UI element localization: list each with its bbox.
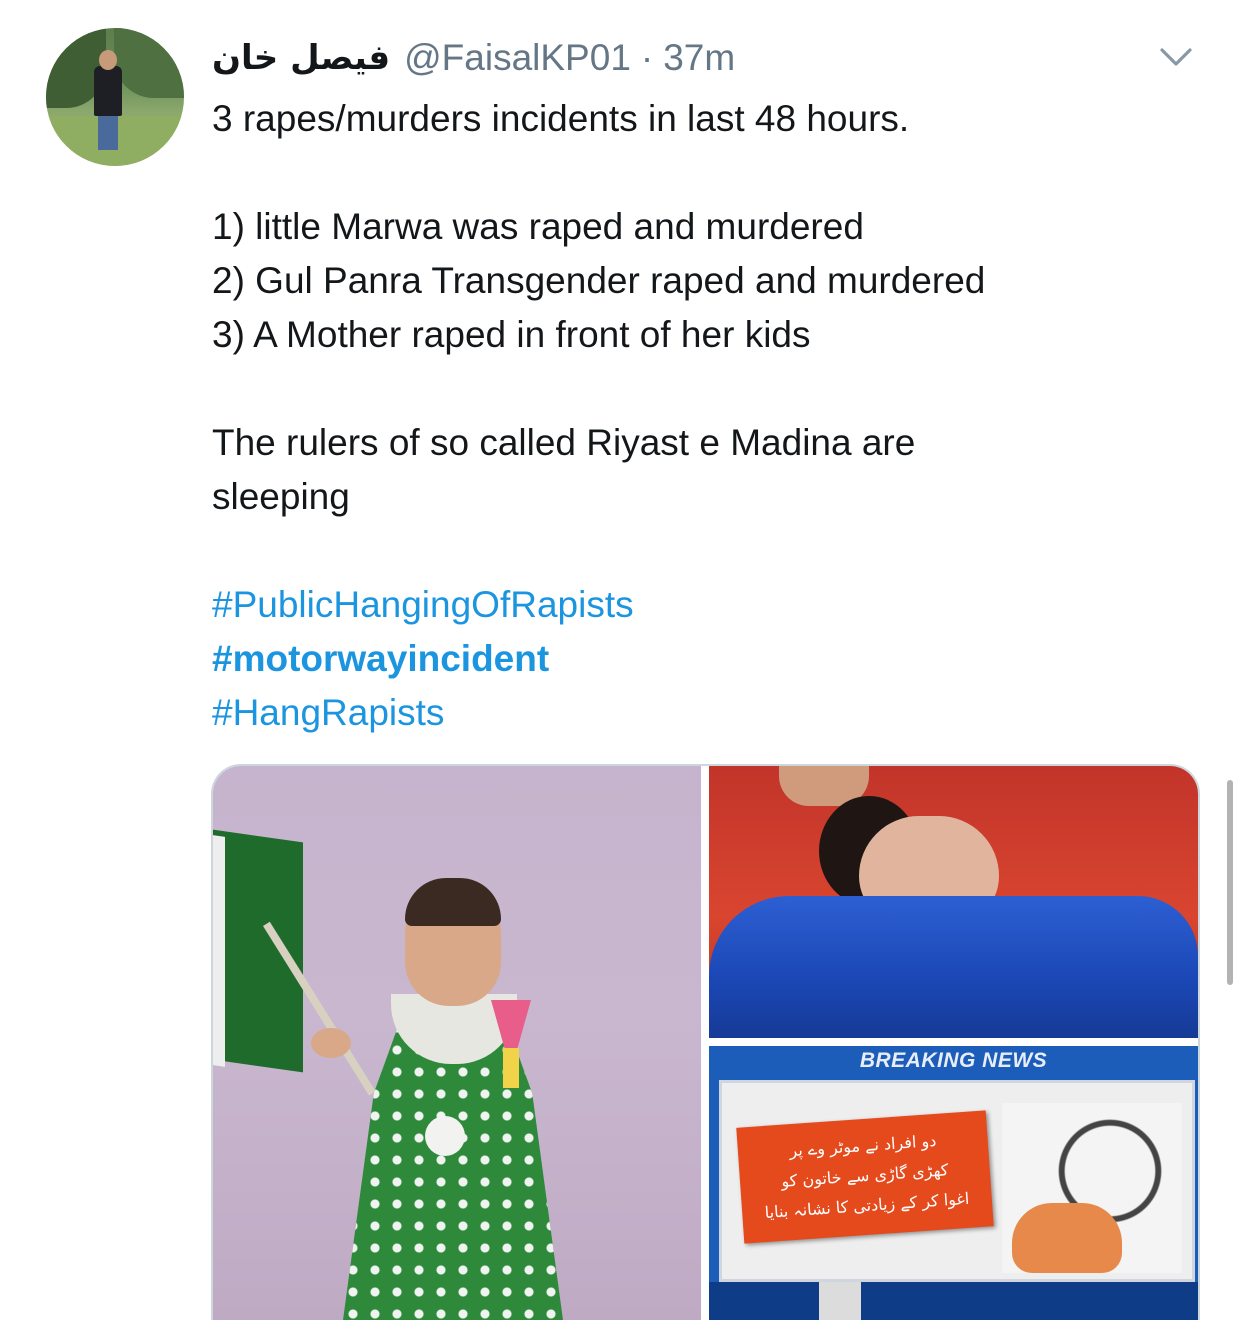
news-ticker xyxy=(709,1282,1198,1320)
tweet-line-statement-cont: sleeping xyxy=(212,476,350,517)
tweet-line-item3: 3) A Mother raped in front of her kids xyxy=(212,314,811,355)
media-grid: BREAKING NEWS دو افراد نے موٹر وے پر کھڑ… xyxy=(211,764,1200,1320)
avatar-person-legs xyxy=(98,114,118,150)
photo-blanket xyxy=(709,896,1198,1038)
tweet-text: 3 rapes/murders incidents in last 48 hou… xyxy=(212,92,1172,740)
media-divider xyxy=(701,766,709,1320)
tweet-line-statement: The rulers of so called Riyast e Madina … xyxy=(212,422,916,463)
hashtag-link[interactable]: #motorwayincident xyxy=(212,638,549,679)
tweet-line-item1: 1) little Marwa was raped and murdered xyxy=(212,206,864,247)
hashtag-link[interactable]: #HangRapists xyxy=(212,692,444,733)
hashtag-link[interactable]: #PublicHangingOfRapists xyxy=(212,584,634,625)
tweet-header: فیصل خان @FaisalKP01 · 37m xyxy=(212,30,735,86)
header-separator: · xyxy=(640,37,654,78)
display-name[interactable]: فیصل خان xyxy=(212,38,390,78)
avatar[interactable] xyxy=(46,28,184,166)
flag-stripe xyxy=(213,835,225,1067)
chevron-down-icon[interactable] xyxy=(1158,44,1194,70)
news-urdu-text: دو افراد نے موٹر وے پر کھڑی گاڑی سے خاتو… xyxy=(745,1123,985,1229)
dress-pompom xyxy=(425,1116,465,1156)
photo-girl-with-flag[interactable] xyxy=(213,766,701,1320)
flag-shape xyxy=(213,829,303,1073)
avatar-person-body xyxy=(94,66,122,116)
news-screen: دو افراد نے موٹر وے پر کھڑی گاڑی سے خاتو… xyxy=(719,1080,1195,1282)
news-illustration-hand xyxy=(1012,1203,1122,1273)
news-headline-box: دو افراد نے موٹر وے پر کھڑی گاڑی سے خاتو… xyxy=(736,1110,994,1244)
tweet-line-item2: 2) Gul Panra Transgender raped and murde… xyxy=(212,260,986,301)
scrollbar[interactable] xyxy=(1227,780,1233,985)
avatar-tree xyxy=(114,28,184,98)
girl-hair xyxy=(405,878,501,926)
media-divider xyxy=(709,1038,1198,1046)
breaking-news-label: BREAKING NEWS xyxy=(859,1049,1048,1072)
photo-top-right[interactable] xyxy=(709,766,1198,1038)
girl-hand xyxy=(311,1028,351,1058)
photo-breaking-news[interactable]: BREAKING NEWS دو افراد نے موٹر وے پر کھڑ… xyxy=(709,1046,1198,1320)
tweet[interactable]: فیصل خان @FaisalKP01 · 37m 3 rapes/murde… xyxy=(0,0,1242,1320)
ticker-photo xyxy=(819,1282,861,1320)
tweet-line-intro: 3 rapes/murders incidents in last 48 hou… xyxy=(212,98,910,139)
user-handle[interactable]: @FaisalKP01 xyxy=(404,37,631,79)
avatar-person-head xyxy=(99,50,117,70)
tweet-timestamp[interactable]: 37m xyxy=(663,37,735,79)
toy-horn-stem xyxy=(503,1048,519,1088)
